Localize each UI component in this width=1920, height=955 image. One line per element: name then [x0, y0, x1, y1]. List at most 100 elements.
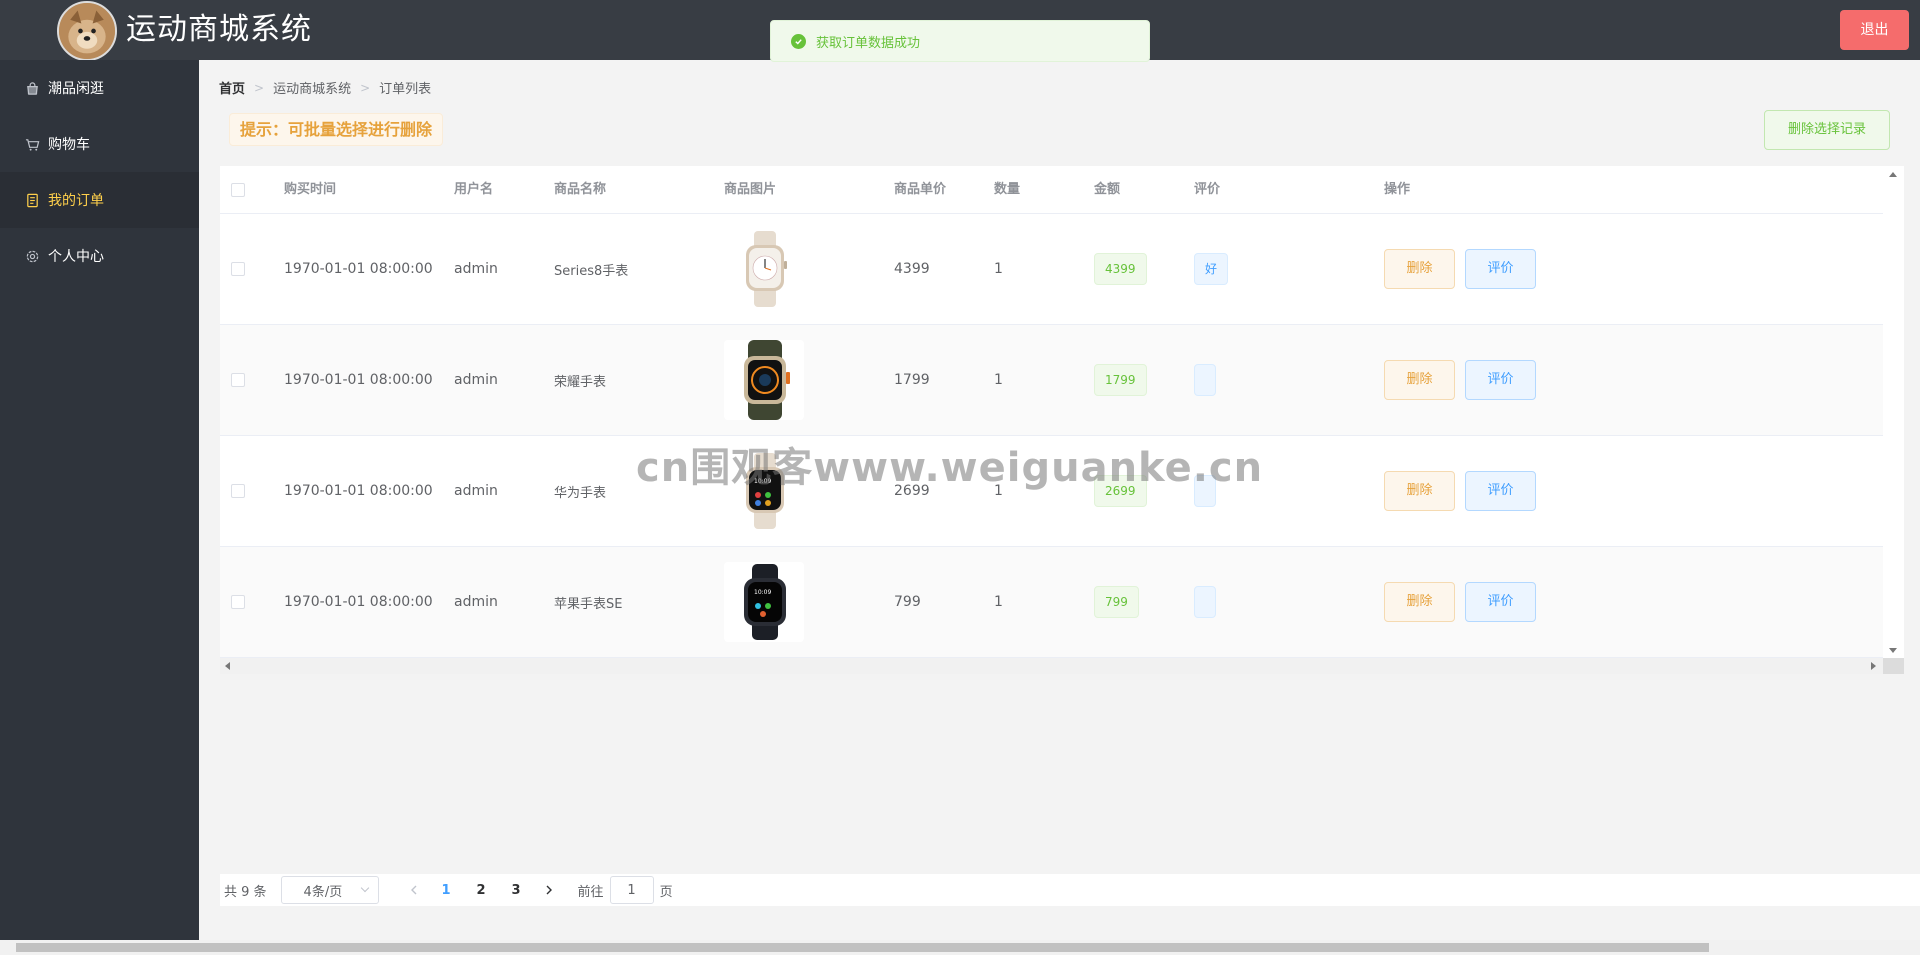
review-button[interactable]: 评价	[1465, 360, 1536, 400]
row-checkbox[interactable]	[231, 214, 245, 324]
breadcrumb: 首页 > 运动商城系统 > 订单列表	[219, 78, 432, 98]
cell-price: 1799	[894, 372, 930, 388]
header-actions: 操作	[1384, 182, 1411, 197]
table-row: 1970-01-01 08:00:00 admin 苹果手表SE 10:09 7…	[220, 547, 1883, 658]
breadcrumb-separator-icon: >	[254, 80, 265, 95]
cell-qty: 1	[994, 372, 1003, 388]
header-user: 用户名	[454, 182, 494, 197]
page-horizontal-scrollbar[interactable]	[0, 940, 1920, 955]
amount-tag: 799	[1094, 586, 1139, 618]
cell-name: 华为手表	[554, 485, 607, 501]
success-toast: 获取订单数据成功	[770, 20, 1150, 62]
row-checkbox[interactable]	[231, 436, 245, 546]
page-size-select[interactable]: 4条/页	[280, 876, 379, 904]
delete-button[interactable]: 删除	[1384, 249, 1455, 289]
prev-page-button[interactable]	[399, 876, 429, 904]
row-checkbox[interactable]	[231, 547, 245, 657]
amount-tag: 1799	[1094, 364, 1147, 396]
watermark-text: cn围观客www.weiguanke.cn	[636, 445, 1264, 491]
table-horizontal-scrollbar[interactable]	[220, 658, 1904, 674]
cell-amount: 4399	[1094, 214, 1147, 324]
cell-review	[1194, 547, 1216, 657]
cell-time: 1970-01-01 08:00:00	[284, 372, 433, 388]
sidebar-item-browse[interactable]: 潮品闲逛	[0, 60, 199, 116]
scroll-up-icon[interactable]	[1889, 172, 1897, 177]
header-review: 评价	[1194, 182, 1221, 197]
table-row: 1970-01-01 08:00:00 admin Series8手表 4399…	[220, 214, 1883, 325]
select-all-checkbox[interactable]	[231, 183, 245, 197]
cell-image: 10:09	[724, 547, 804, 657]
cell-price: 799	[894, 594, 921, 610]
watch-starlight-icon	[724, 229, 804, 309]
page-number-1[interactable]: 1	[429, 883, 464, 898]
cell-qty: 1	[994, 261, 1003, 277]
header-time: 购买时间	[284, 182, 337, 197]
cell-review	[1194, 325, 1216, 435]
page-scrollbar-thumb[interactable]	[16, 943, 1709, 952]
toast-message: 获取订单数据成功	[816, 35, 921, 51]
cell-actions: 删除 评价	[1384, 214, 1536, 324]
logo-avatar	[57, 1, 117, 61]
chevron-left-icon	[410, 885, 417, 895]
page-number-2[interactable]: 2	[464, 883, 499, 898]
logout-button[interactable]: 退出	[1840, 10, 1909, 50]
shopping-bag-icon	[24, 80, 40, 96]
cell-user: admin	[454, 483, 498, 499]
review-button[interactable]: 评价	[1465, 471, 1536, 511]
table-row: 1970-01-01 08:00:00 admin 荣耀手表 1799 1 17…	[220, 325, 1883, 436]
next-page-button[interactable]	[534, 876, 564, 904]
row-checkbox[interactable]	[231, 325, 245, 435]
success-check-icon	[791, 33, 806, 49]
delete-button[interactable]: 删除	[1384, 360, 1455, 400]
page-number-3[interactable]: 3	[499, 883, 534, 898]
scroll-down-icon[interactable]	[1889, 648, 1897, 653]
scrollbar-corner	[1883, 658, 1904, 674]
delete-button[interactable]: 删除	[1384, 582, 1455, 622]
main-content: 首页 > 运动商城系统 > 订单列表 提示：可批量选择进行删除 删除选择记录 购…	[199, 60, 1920, 940]
page-jumper: 前往 页	[578, 876, 673, 904]
cell-user: admin	[454, 261, 498, 277]
cart-icon	[24, 136, 40, 152]
delete-selected-button[interactable]: 删除选择记录	[1764, 110, 1890, 150]
pagination: 共 9 条 4条/页 1 2 3 前往 页	[220, 874, 1920, 906]
breadcrumb-current: 订单列表	[379, 82, 432, 97]
sidebar-item-profile[interactable]: 个人中心	[0, 228, 199, 284]
cell-qty: 1	[994, 594, 1003, 610]
pagination-total: 共 9 条	[224, 884, 267, 900]
review-button[interactable]: 评价	[1465, 582, 1536, 622]
cell-name: 荣耀手表	[554, 374, 607, 390]
goto-page-input[interactable]	[609, 876, 654, 904]
table-vertical-scrollbar[interactable]	[1883, 166, 1904, 658]
cell-name: 苹果手表SE	[554, 596, 623, 612]
sidebar-item-label: 潮品闲逛	[48, 81, 104, 97]
scroll-left-icon[interactable]	[225, 662, 230, 670]
review-tag: 好	[1194, 253, 1229, 285]
scroll-right-icon[interactable]	[1871, 662, 1876, 670]
sidebar-item-label: 个人中心	[48, 249, 104, 265]
watch-ultra-olive-icon	[724, 340, 804, 420]
review-tag	[1194, 586, 1216, 618]
amount-tag: 4399	[1094, 253, 1147, 285]
cell-amount: 799	[1094, 547, 1139, 657]
page-size-value: 4条/页	[303, 884, 343, 900]
header-amount: 金额	[1094, 182, 1121, 197]
svg-text:10:09: 10:09	[754, 589, 771, 596]
sidebar: 潮品闲逛 购物车 我的订单 个人中心	[0, 60, 199, 955]
breadcrumb-system[interactable]: 运动商城系统	[273, 78, 351, 97]
cell-time: 1970-01-01 08:00:00	[284, 483, 433, 499]
breadcrumb-separator-icon: >	[360, 80, 371, 95]
sidebar-item-cart[interactable]: 购物车	[0, 116, 199, 172]
header-price: 商品单价	[894, 182, 947, 197]
cell-user: admin	[454, 372, 498, 388]
breadcrumb-home[interactable]: 首页	[219, 78, 245, 97]
sidebar-item-orders[interactable]: 我的订单	[0, 172, 199, 228]
goto-suffix: 页	[659, 884, 673, 900]
cell-price: 4399	[894, 261, 930, 277]
delete-button[interactable]: 删除	[1384, 471, 1455, 511]
watch-midnight-icon: 10:09	[724, 562, 804, 642]
cell-image	[724, 325, 804, 435]
cell-review: 好	[1194, 214, 1229, 324]
sidebar-item-label: 我的订单	[48, 193, 104, 209]
review-button[interactable]: 评价	[1465, 249, 1536, 289]
chevron-right-icon	[546, 885, 552, 895]
